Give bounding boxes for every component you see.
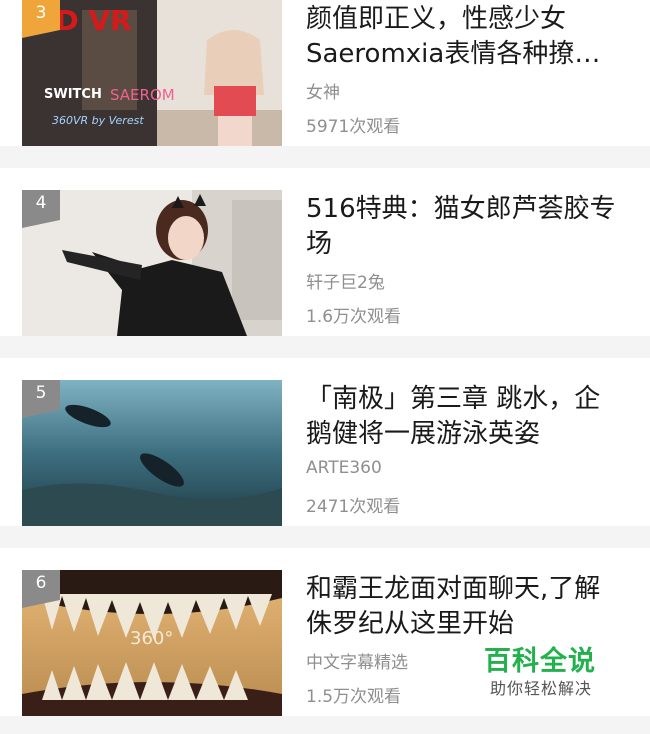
video-item[interactable]: 3D VR SWITCH SAEROM 360VR by Verest 3 颜值… [0, 0, 650, 146]
watermark-title: 百科全说 [484, 646, 596, 677]
by-label: 360VR by Verest [52, 114, 144, 127]
author-name[interactable]: 中文字幕精选 [306, 648, 408, 673]
thumbnail-image [22, 190, 282, 336]
thumbnail-image [22, 380, 282, 526]
author-name[interactable]: 女神 [306, 78, 340, 103]
thumbnail-image: 360° [22, 570, 282, 716]
thumbnail-image: 3D VR SWITCH SAEROM 360VR by Verest [22, 0, 282, 146]
video-title[interactable]: 和霸王龙面对面聊天,了解 侏罗纪从这里开始 [306, 572, 634, 642]
video-thumbnail[interactable]: 3D VR SWITCH SAEROM 360VR by Verest 3 [22, 0, 282, 146]
author-name[interactable]: 轩子巨2兔 [306, 268, 385, 293]
video-title-line: 和霸王龙面对面聊天,了解 [306, 574, 601, 604]
video-title-line: 「南极」第三章 跳水，企 [306, 384, 601, 414]
360-badge: 360° [130, 628, 173, 649]
saerom-label: SAEROM [110, 86, 175, 104]
video-thumbnail[interactable]: 360° 6 [22, 570, 282, 716]
video-thumbnail[interactable]: 5 [22, 380, 282, 526]
rank-badge: 5 [22, 380, 60, 418]
video-title[interactable]: 颜值即正义，性感少女 Saeromxia表情各种撩… [306, 2, 634, 72]
video-title-line: 516特典：猫女郎芦荟胶专 [306, 194, 616, 224]
rank-badge: 3 [22, 0, 60, 38]
video-item[interactable]: 4 516特典：猫女郎芦荟胶专 场 轩子巨2兔 1.6万次观看 [0, 168, 650, 336]
video-item[interactable]: 5 「南极」第三章 跳水，企 鹅健将一展游泳英姿 ARTE360 2471次观看 [0, 358, 650, 526]
watermark-subtitle: 助你轻松解决 [490, 679, 593, 698]
video-title-line: 场 [306, 229, 333, 259]
video-thumbnail[interactable]: 4 [22, 190, 282, 336]
video-title[interactable]: 「南极」第三章 跳水，企 鹅健将一展游泳英姿 [306, 382, 634, 452]
view-count: 5971次观看 [306, 117, 401, 137]
video-title-line: 鹅健将一展游泳英姿 [306, 419, 541, 449]
view-count: 2471次观看 [306, 497, 401, 517]
video-title-line: Saeromxia表情各种撩… [306, 39, 601, 69]
rank-badge: 4 [22, 190, 60, 228]
video-title-line: 颜值即正义，性感少女 [306, 4, 567, 34]
video-title[interactable]: 516特典：猫女郎芦荟胶专 场 [306, 192, 634, 262]
video-title-line: 侏罗纪从这里开始 [306, 609, 515, 639]
author-name[interactable]: ARTE360 [306, 458, 382, 478]
watermark: 百科全说 助你轻松解决 [484, 646, 604, 700]
switch-label: SWITCH [44, 87, 102, 102]
view-count: 1.6万次观看 [306, 307, 402, 327]
view-count: 1.5万次观看 [306, 687, 402, 707]
rank-badge: 6 [22, 570, 60, 608]
